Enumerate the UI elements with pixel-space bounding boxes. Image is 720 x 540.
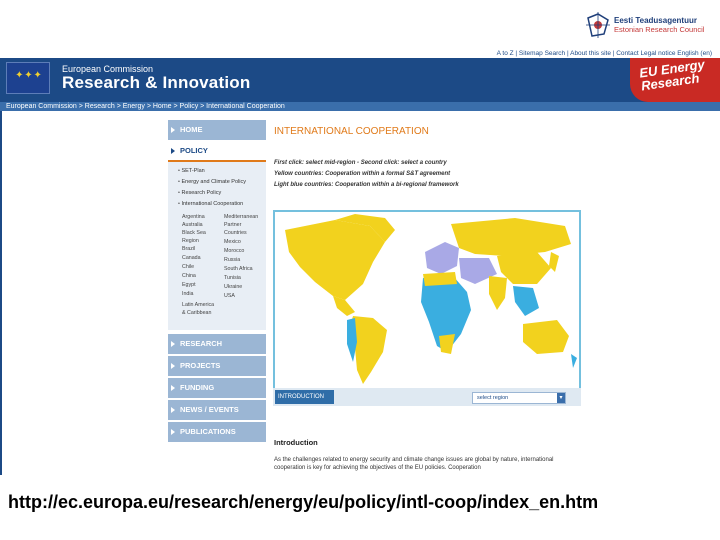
map-instruction: First click: select mid-region - Second … — [274, 160, 447, 166]
map-south-africa[interactable] — [439, 334, 455, 354]
region-select-value: select region — [477, 395, 509, 401]
map-new-zealand[interactable] — [571, 354, 577, 368]
nav-home[interactable]: HOME — [168, 120, 266, 140]
country-link[interactable]: China — [182, 273, 196, 280]
world-map[interactable] — [273, 210, 581, 392]
country-link[interactable]: Tunisia — [224, 275, 241, 282]
country-link[interactable]: Mediterranean — [224, 214, 258, 221]
country-link[interactable]: Egypt — [182, 282, 196, 289]
nav-policy[interactable]: POLICY — [168, 142, 266, 162]
region-select-dropdown[interactable]: select region ▾ — [472, 392, 566, 404]
nav-arrow-icon — [171, 385, 175, 392]
country-link[interactable]: Partner — [224, 222, 241, 229]
country-link[interactable]: Argentina — [182, 214, 205, 221]
country-link[interactable]: Morocco — [224, 248, 244, 255]
country-link[interactable]: Russia — [224, 257, 240, 264]
country-link[interactable]: Ukraine — [224, 284, 242, 291]
map-legend-lightblue: Light blue countries: Cooperation within… — [274, 182, 459, 188]
map-india[interactable] — [489, 276, 507, 310]
page-left-border — [0, 111, 2, 475]
utility-links[interactable]: A to Z | Sitemap Search | About this sit… — [497, 50, 712, 58]
nav-home-label: HOME — [180, 125, 203, 134]
policy-submenu: SET-Plan Energy and Climate Policy Resea… — [168, 162, 266, 330]
country-link[interactable]: Countries — [224, 230, 247, 237]
country-link[interactable]: Latin America — [182, 302, 214, 309]
ec-header: A to Z | Sitemap Search | About this sit… — [0, 50, 720, 102]
nav-projects-label: PROJECTS — [180, 361, 221, 370]
map-europe[interactable] — [425, 242, 459, 274]
page-title: INTERNATIONAL COOPERATION — [274, 126, 429, 137]
nav-arrow-icon — [171, 127, 175, 134]
country-link[interactable]: Region — [182, 238, 199, 245]
main-content: INTERNATIONAL COOPERATION First click: s… — [266, 120, 584, 475]
nav-arrow-icon — [171, 363, 175, 370]
map-legend-yellow: Yellow countries: Cooperation within a f… — [274, 171, 451, 177]
country-link[interactable]: Black Sea — [182, 230, 206, 237]
country-link[interactable]: India — [182, 291, 194, 298]
nav-policy-label: POLICY — [180, 146, 208, 155]
country-link[interactable]: USA — [224, 293, 235, 300]
country-link[interactable]: & Caribbean — [182, 310, 211, 317]
submenu-item-research-policy[interactable]: Research Policy — [178, 190, 221, 196]
top-utility-bar: A to Z | Sitemap Search | About this sit… — [0, 50, 720, 58]
country-link[interactable]: Mexico — [224, 239, 241, 246]
nav-publications-label: PUBLICATIONS — [180, 427, 236, 436]
eu-flag-icon: ✦ ✦ ✦ — [6, 62, 50, 94]
nav-funding-label: FUNDING — [180, 383, 215, 392]
map-latin-america[interactable] — [347, 318, 357, 362]
nav-funding[interactable]: FUNDING — [168, 378, 266, 398]
estonian-research-council-logo: Eesti Teadusagentuur Estonian Research C… — [584, 10, 719, 40]
nav-news-label: NEWS / EVENTS — [180, 405, 239, 414]
country-link[interactable]: Chile — [182, 264, 194, 271]
world-map-graphic — [285, 214, 577, 384]
research-council-mark-icon — [586, 12, 610, 38]
map-russia[interactable] — [451, 218, 571, 256]
eu-energy-research-badge[interactable]: EU Energy Research — [630, 57, 720, 102]
map-north-america[interactable] — [285, 220, 385, 300]
map-north-africa[interactable] — [423, 272, 457, 286]
breadcrumb-text[interactable]: European Commission > Research > Energy … — [6, 102, 285, 111]
map-japan[interactable] — [549, 252, 559, 272]
nav-arrow-icon — [171, 148, 175, 155]
introduction-body: As the challenges related to energy secu… — [274, 457, 554, 471]
logo-name: Eesti Teadusagentuur — [614, 16, 697, 25]
logo-subtitle: Estonian Research Council — [614, 25, 705, 34]
chevron-down-icon[interactable]: ▾ — [557, 393, 565, 403]
submenu-item-intl-cooperation[interactable]: International Cooperation — [178, 201, 243, 207]
source-url-caption[interactable]: http://ec.europa.eu/research/energy/eu/p… — [8, 492, 718, 513]
nav-arrow-icon — [171, 429, 175, 436]
map-southeast-asia[interactable] — [513, 286, 539, 316]
submenu-item-set-plan[interactable]: SET-Plan — [178, 168, 204, 174]
submenu-item-energy-climate[interactable]: Energy and Climate Policy — [178, 179, 246, 185]
country-link[interactable]: South Africa — [224, 266, 253, 273]
introduction-heading: Introduction — [274, 438, 318, 447]
breadcrumb: European Commission > Research > Energy … — [0, 102, 720, 111]
map-australia[interactable] — [523, 320, 569, 354]
nav-arrow-icon — [171, 341, 175, 348]
site-title[interactable]: Research & Innovation — [62, 73, 250, 93]
nav-projects[interactable]: PROJECTS — [168, 356, 266, 376]
nav-publications[interactable]: PUBLICATIONS — [168, 422, 266, 442]
country-link[interactable]: Australia — [182, 222, 203, 229]
nav-arrow-icon — [171, 407, 175, 414]
nav-research[interactable]: RESEARCH — [168, 334, 266, 354]
introduction-tab[interactable]: INTRODUCTION — [275, 390, 334, 404]
country-link[interactable]: Canada — [182, 255, 201, 262]
nav-news-events[interactable]: NEWS / EVENTS — [168, 400, 266, 420]
country-link[interactable]: Brazil — [182, 246, 195, 253]
nav-research-label: RESEARCH — [180, 339, 223, 348]
